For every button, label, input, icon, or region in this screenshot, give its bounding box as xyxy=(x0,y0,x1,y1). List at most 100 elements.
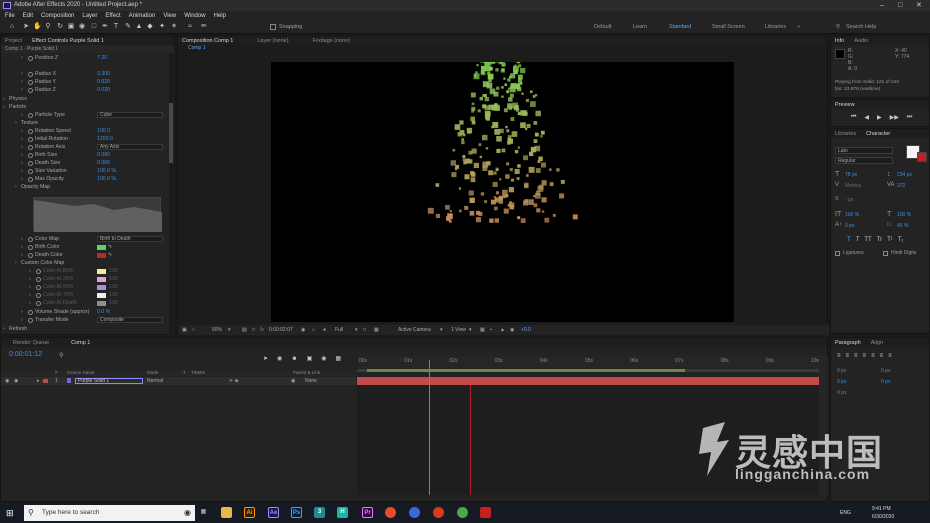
expand-twirl-icon[interactable]: › xyxy=(21,86,23,94)
expand-twirl-icon[interactable]: › xyxy=(21,151,23,159)
stopwatch-icon[interactable] xyxy=(28,176,33,182)
search-help-input[interactable]: Search Help xyxy=(846,24,876,30)
after-effects-taskbar-icon[interactable]: Ae xyxy=(268,507,279,518)
layer-duration-bar[interactable] xyxy=(357,377,819,385)
eraser-tool-icon[interactable]: ◆ xyxy=(146,23,154,31)
parent-pickwhip-icon[interactable]: ◉ xyxy=(291,377,295,385)
stopwatch-icon[interactable] xyxy=(28,244,33,250)
hand-tool-icon[interactable]: ✋ xyxy=(33,23,42,31)
custom-color-swatch[interactable] xyxy=(97,292,106,298)
property-value[interactable]: 0.020 xyxy=(97,86,110,94)
tab-project[interactable]: Project xyxy=(5,38,22,44)
property-row[interactable]: › Opacity Map xyxy=(1,183,171,191)
menu-animation[interactable]: Animation xyxy=(129,11,156,21)
stopwatch-icon[interactable] xyxy=(28,144,33,150)
next-frame-icon[interactable]: ▶▶ xyxy=(890,114,899,121)
expand-twirl-icon[interactable]: › xyxy=(3,103,5,111)
eyedropper-icon[interactable]: ✎ xyxy=(108,243,112,251)
tab-character[interactable]: Character xyxy=(866,131,890,137)
expand-twirl-icon[interactable]: › xyxy=(29,291,31,299)
custom-color-swatch[interactable] xyxy=(97,276,106,282)
workspace-libraries[interactable]: Libraries xyxy=(765,24,786,30)
property-value[interactable]: 0.020 xyxy=(97,78,110,86)
opacity-map-graph[interactable] xyxy=(33,197,162,232)
expand-twirl-icon[interactable]: › xyxy=(29,267,31,275)
color-channel-icon[interactable]: ● xyxy=(323,325,326,335)
type-tool-icon[interactable]: T xyxy=(112,23,120,31)
expand-twirl-icon[interactable]: › xyxy=(15,259,17,267)
layer-parent[interactable]: None xyxy=(305,377,317,385)
expand-twirl-icon[interactable]: › xyxy=(21,70,23,78)
justify-last-left-icon[interactable]: ≡ xyxy=(863,353,867,359)
property-row[interactable]: › Initial Rotation 1200.0 xyxy=(1,135,171,143)
small-caps-button[interactable]: Tr xyxy=(877,237,882,243)
death-color-swatch[interactable] xyxy=(97,252,106,258)
resolution-dropdown-icon[interactable]: ▾ xyxy=(355,325,358,335)
stopwatch-icon[interactable] xyxy=(28,160,33,166)
chrome-icon[interactable] xyxy=(457,507,468,518)
expand-twirl-icon[interactable]: › xyxy=(21,308,23,316)
expand-twirl-icon[interactable]: › xyxy=(15,119,17,127)
layer-expand-icon[interactable]: ▸ xyxy=(37,377,40,385)
all-caps-button[interactable]: TT xyxy=(864,237,871,243)
justify-all-icon[interactable]: ≡ xyxy=(888,353,892,359)
eyedropper-icon[interactable]: ✎ xyxy=(108,251,112,259)
transparency-grid-icon[interactable]: ▦ xyxy=(374,325,379,335)
stopwatch-icon[interactable] xyxy=(36,284,41,290)
baseline-shift-value[interactable]: 0 px xyxy=(845,223,854,229)
fast-preview-icon[interactable]: □ xyxy=(363,325,366,335)
stroke-color-swatch[interactable] xyxy=(917,152,927,162)
first-frame-icon[interactable]: ⏮ xyxy=(851,114,856,121)
space-after-value[interactable]: 0 px xyxy=(881,379,890,385)
camera-dropdown-icon[interactable]: ▾ xyxy=(440,325,443,335)
stroke-width-value[interactable]: - px xyxy=(845,197,853,203)
microphone-icon[interactable]: ◉ xyxy=(184,508,191,517)
property-value[interactable]: 1200.0 xyxy=(97,135,113,143)
zoom-tool-icon[interactable]: ⚲ xyxy=(44,23,52,31)
app-icon-h[interactable]: H xyxy=(337,507,348,518)
menu-composition[interactable]: Composition xyxy=(41,11,74,21)
stopwatch-icon[interactable] xyxy=(28,309,33,315)
property-row[interactable]: › Color Map Birth to Death xyxy=(1,235,171,243)
task-view-icon[interactable]: ▦ xyxy=(198,507,209,518)
layer-row[interactable]: ◉ ◉ ▸ 1 Purple Solid 1 Normal ➤ ◆ ◉ None xyxy=(1,377,356,385)
stopwatch-icon[interactable] xyxy=(28,128,33,134)
property-row[interactable]: › Texture xyxy=(1,119,171,127)
premiere-icon[interactable]: Pr xyxy=(362,507,373,518)
roto-brush-tool-icon[interactable]: ✦ xyxy=(158,23,166,31)
zoom-select[interactable]: 50% xyxy=(212,325,222,335)
home-icon[interactable]: ⌂ xyxy=(8,23,16,31)
playhead[interactable] xyxy=(428,360,430,495)
custom-color-swatch[interactable] xyxy=(97,284,106,290)
property-row[interactable]: › Volume Shade (approx) 0.0 % xyxy=(1,308,171,316)
tab-footage[interactable]: Footage (none) xyxy=(313,38,351,44)
expand-twirl-icon[interactable]: › xyxy=(21,127,23,135)
stopwatch-icon[interactable] xyxy=(28,168,33,174)
play-icon[interactable]: ▶ xyxy=(877,114,882,121)
expand-twirl-icon[interactable]: › xyxy=(21,251,23,259)
menu-file[interactable]: File xyxy=(5,11,15,21)
stopwatch-icon[interactable] xyxy=(28,236,33,242)
previous-frame-icon[interactable]: ◀ xyxy=(864,114,869,121)
property-row[interactable]: › Physics xyxy=(1,95,171,103)
expand-twirl-icon[interactable]: › xyxy=(21,111,23,119)
brush-tool-icon[interactable]: ✎ xyxy=(124,23,132,31)
expand-twirl-icon[interactable]: › xyxy=(29,283,31,291)
custom-color-swatch[interactable] xyxy=(97,300,106,306)
property-row[interactable]: › Transfer Mode Composite xyxy=(1,316,171,324)
exposure-value[interactable]: +0.0 xyxy=(521,325,531,335)
property-row[interactable]: › Radius X 0.300 xyxy=(1,70,171,78)
menu-layer[interactable]: Layer xyxy=(82,11,97,21)
space-before-value[interactable]: 0 px xyxy=(837,379,846,385)
language-indicator[interactable]: ENG xyxy=(840,510,851,516)
time-ruler[interactable]: 00s 01s 02s 03s 04s 05s 06s 07s 08s 09s 10s xyxy=(357,356,819,368)
camera-tool-icon[interactable]: ▣ xyxy=(67,23,75,31)
scrollbar[interactable] xyxy=(169,53,173,333)
close-icon[interactable]: ✕ xyxy=(916,0,922,11)
title-safe-icon[interactable]: ▤ xyxy=(242,325,247,335)
workspace-default[interactable]: Default xyxy=(594,24,611,30)
app-icon-record[interactable] xyxy=(480,507,491,518)
font-family-select[interactable]: Lato xyxy=(835,147,893,154)
expand-twirl-icon[interactable]: › xyxy=(3,95,5,103)
pan-behind-tool-icon[interactable]: ◉ xyxy=(78,23,86,31)
